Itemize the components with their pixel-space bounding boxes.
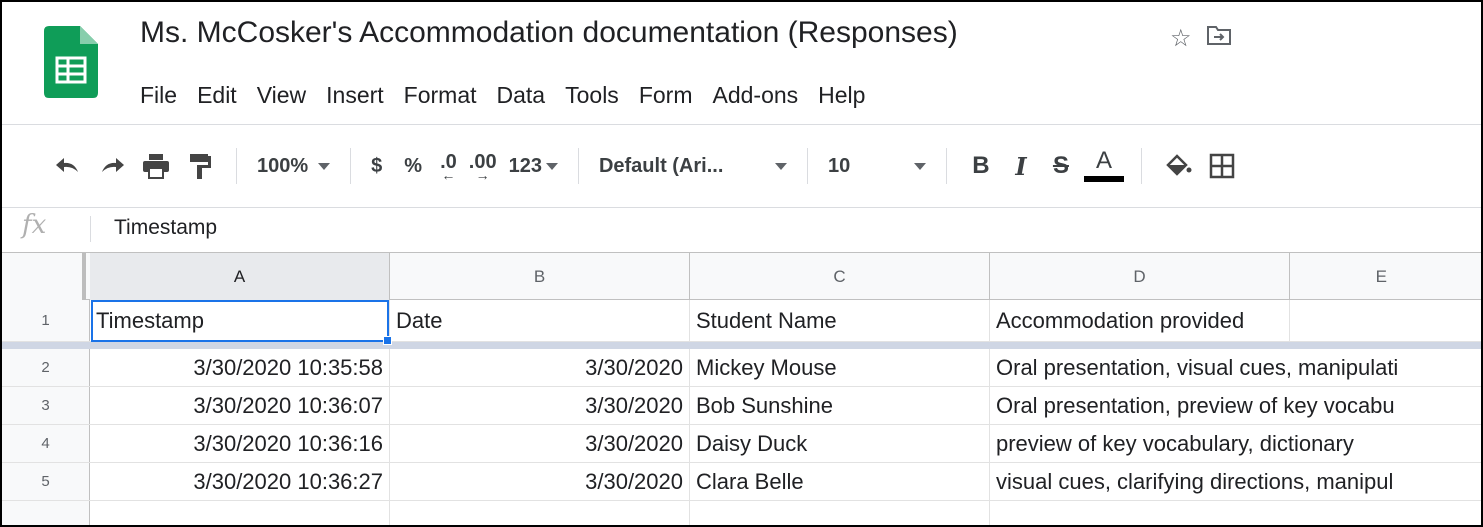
table-row: 1 Timestamp Date Student Name Accommodat…	[2, 300, 1481, 342]
frozen-row-divider[interactable]	[2, 342, 1481, 349]
document-title[interactable]: Ms. McCosker's Accommodation documentati…	[140, 16, 958, 50]
select-all-corner[interactable]	[2, 253, 86, 300]
divider	[945, 148, 947, 184]
fx-label: fx	[22, 210, 47, 240]
cell-c6[interactable]	[690, 501, 990, 525]
cell-b4[interactable]: 3/30/2020	[390, 425, 690, 462]
borders-icon[interactable]	[1200, 146, 1244, 186]
decrease-decimal-button[interactable]: .0 ←	[434, 146, 463, 186]
text-color-button[interactable]: A	[1081, 146, 1127, 186]
row-header[interactable]: 3	[2, 387, 90, 424]
divider	[577, 148, 579, 184]
fill-color-icon[interactable]	[1156, 146, 1200, 186]
divider	[806, 148, 808, 184]
cell-a4[interactable]: 3/30/2020 10:36:16	[90, 425, 390, 462]
menu-file[interactable]: File	[140, 78, 187, 112]
menu-format[interactable]: Format	[394, 78, 487, 112]
cell-a3[interactable]: 3/30/2020 10:36:07	[90, 387, 390, 424]
column-header-e[interactable]: E	[1290, 253, 1481, 300]
divider	[90, 216, 91, 242]
table-row	[2, 501, 1481, 525]
column-headers: A B C D E	[2, 253, 1481, 300]
divider	[350, 148, 352, 184]
divider	[236, 148, 237, 184]
cell-a5[interactable]: 3/30/2020 10:36:27	[90, 463, 390, 500]
paint-format-icon[interactable]	[178, 146, 222, 186]
percent-format-button[interactable]: %	[398, 146, 428, 186]
menu-form[interactable]: Form	[629, 78, 703, 112]
cell-c3[interactable]: Bob Sunshine	[690, 387, 990, 424]
table-row: 5 3/30/2020 10:36:27 3/30/2020 Clara Bel…	[2, 463, 1481, 501]
cell-c2[interactable]: Mickey Mouse	[690, 349, 990, 386]
menu-bar: File Edit View Insert Format Data Tools …	[140, 78, 875, 112]
column-header-b[interactable]: B	[390, 253, 690, 300]
cell-a2[interactable]: 3/30/2020 10:35:58	[90, 349, 390, 386]
undo-icon[interactable]	[46, 146, 90, 186]
menu-insert[interactable]: Insert	[316, 78, 394, 112]
font-select[interactable]: Default (Ari...	[593, 146, 793, 186]
cell-d1[interactable]: Accommodation provided	[990, 300, 1290, 341]
menu-tools[interactable]: Tools	[555, 78, 629, 112]
cell-b6[interactable]	[390, 501, 690, 525]
more-formats-select[interactable]: 123	[503, 146, 564, 186]
zoom-select[interactable]: 100%	[251, 146, 336, 186]
cell-b1[interactable]: Date	[390, 300, 690, 341]
cell-a6[interactable]	[90, 501, 390, 525]
formula-input[interactable]: Timestamp	[114, 216, 217, 240]
sheets-logo-icon[interactable]	[44, 26, 98, 98]
row-header[interactable]: 2	[2, 349, 90, 386]
currency-format-button[interactable]: $	[365, 146, 388, 186]
redo-icon[interactable]	[90, 146, 134, 186]
cell-e1[interactable]	[1290, 300, 1481, 341]
cell-b3[interactable]: 3/30/2020	[390, 387, 690, 424]
spreadsheet-window: Ms. McCosker's Accommodation documentati…	[0, 0, 1483, 527]
cell-c1[interactable]: Student Name	[690, 300, 990, 341]
divider	[2, 207, 1481, 208]
divider	[1140, 148, 1142, 184]
cell-d4[interactable]: preview of key vocabulary, dictionary	[990, 425, 1481, 462]
cell-b2[interactable]: 3/30/2020	[390, 349, 690, 386]
font-size-select[interactable]: 10	[822, 146, 932, 186]
table-row: 2 3/30/2020 10:35:58 3/30/2020 Mickey Mo…	[2, 349, 1481, 387]
cell-d5[interactable]: visual cues, clarifying directions, mani…	[990, 463, 1481, 500]
cell-d3[interactable]: Oral presentation, preview of key vocabu	[990, 387, 1481, 424]
row-header[interactable]	[2, 501, 90, 525]
star-icon[interactable]: ☆	[1170, 24, 1192, 54]
cell-b5[interactable]: 3/30/2020	[390, 463, 690, 500]
table-row: 4 3/30/2020 10:36:16 3/30/2020 Daisy Duc…	[2, 425, 1481, 463]
column-header-a[interactable]: A	[90, 253, 390, 300]
menu-data[interactable]: Data	[487, 78, 556, 112]
column-header-c[interactable]: C	[690, 253, 990, 300]
menu-edit[interactable]: Edit	[187, 78, 247, 112]
increase-decimal-button[interactable]: .00 →	[463, 146, 503, 186]
strikethrough-button[interactable]: S	[1041, 146, 1081, 186]
row-header[interactable]: 4	[2, 425, 90, 462]
cell-a1[interactable]: Timestamp	[90, 300, 390, 341]
divider	[2, 124, 1481, 125]
menu-help[interactable]: Help	[808, 78, 875, 112]
row-header[interactable]: 1	[2, 300, 90, 341]
cell-d2[interactable]: Oral presentation, visual cues, manipula…	[990, 349, 1481, 386]
cell-c4[interactable]: Daisy Duck	[690, 425, 990, 462]
menu-add-ons[interactable]: Add-ons	[702, 78, 808, 112]
bold-button[interactable]: B	[961, 146, 1001, 186]
cell-c5[interactable]: Clara Belle	[690, 463, 990, 500]
move-to-folder-icon[interactable]	[1206, 24, 1232, 54]
column-header-d[interactable]: D	[990, 253, 1290, 300]
row-header[interactable]: 5	[2, 463, 90, 500]
menu-view[interactable]: View	[247, 78, 316, 112]
print-icon[interactable]	[134, 146, 178, 186]
table-row: 3 3/30/2020 10:36:07 3/30/2020 Bob Sunsh…	[2, 387, 1481, 425]
italic-button[interactable]: I	[1001, 146, 1041, 186]
toolbar: 100% $ % .0 ← .00 → 123 Default (Ari... 10…	[46, 144, 1244, 188]
title-actions: ☆	[1170, 24, 1232, 54]
fill-handle[interactable]	[383, 336, 392, 345]
